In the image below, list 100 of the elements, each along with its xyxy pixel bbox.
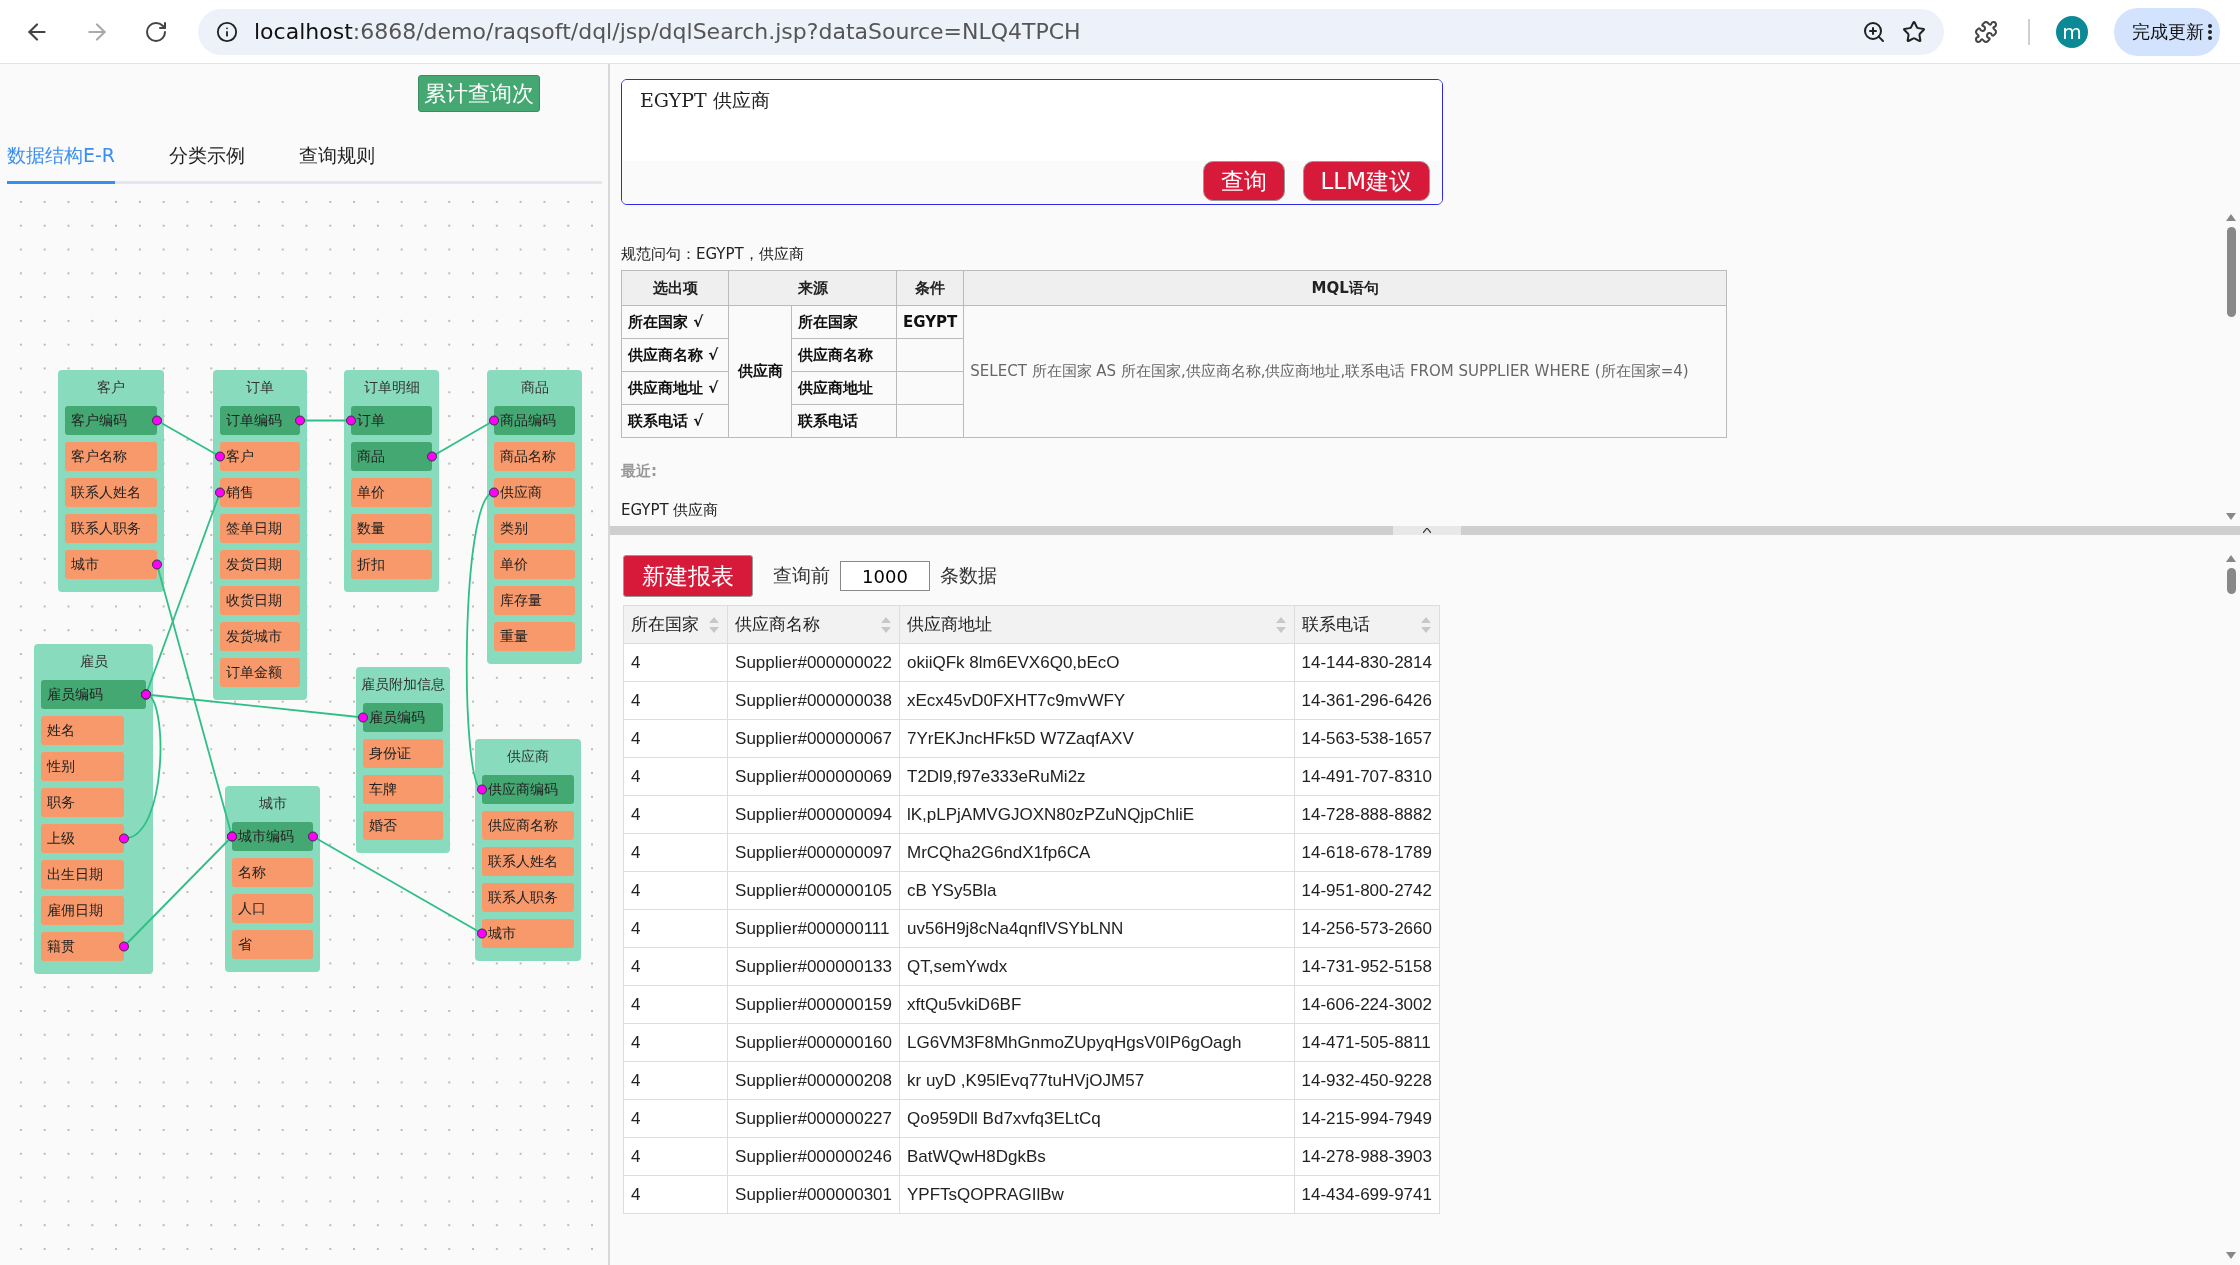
key-field[interactable]: 商品编码 <box>494 406 575 435</box>
attribute-field[interactable]: 人口 <box>232 894 313 923</box>
scrollbar-thumb[interactable] <box>2226 568 2236 594</box>
profile-avatar[interactable]: m <box>2056 15 2088 48</box>
key-field[interactable]: 客户编码 <box>65 406 157 435</box>
attribute-field[interactable]: 城市 <box>65 550 157 579</box>
attribute-field[interactable]: 折扣 <box>351 550 432 579</box>
table-cell: SELECT 所在国家 AS 所在国家,供应商名称,供应商地址,联系电话 FROM SUPPLIER WHERE (所在国家=4) <box>963 305 1727 438</box>
update-button[interactable]: 完成更新 <box>2114 7 2220 56</box>
recent-query[interactable]: EGYPT 供应商 <box>621 501 2222 520</box>
attribute-field[interactable]: 销售 <box>220 478 300 507</box>
table-header: 选出项 <box>621 270 729 306</box>
zoom-icon[interactable] <box>1862 19 1886 44</box>
table-cell: 14-361-296-6426 <box>1294 681 1440 720</box>
query-button[interactable]: 查询 <box>1202 161 1285 201</box>
address-bar[interactable]: localhost:6868/demo/raqsoft/dql/jsp/dqlSearch.jsp?dataSource=NLQ4TPCH <box>198 8 1944 55</box>
attribute-field[interactable]: 库存量 <box>494 586 575 615</box>
table-cell: Supplier#000000022 <box>727 643 900 682</box>
info-icon[interactable] <box>216 20 238 43</box>
attribute-field[interactable]: 出生日期 <box>41 860 124 889</box>
attribute-field[interactable]: 省 <box>232 930 313 959</box>
attribute-field[interactable]: 身份证 <box>363 739 443 768</box>
attribute-field[interactable]: 单价 <box>351 478 432 507</box>
entity-card[interactable]: 雇员附加信息 雇员编码 身份证 车牌 婚否 <box>356 667 450 853</box>
tab[interactable]: 分类示例 <box>169 135 246 184</box>
query-field[interactable]: EGYPT 供应商 查询 LLM建议 <box>621 79 1443 205</box>
scroll-up-arrow-icon[interactable] <box>2226 555 2236 562</box>
table-header: 条件 <box>896 270 964 306</box>
limit-field[interactable]: 1000 <box>840 561 930 591</box>
attribute-field[interactable]: 重量 <box>494 622 575 651</box>
entity-card[interactable]: 订单 订单编码 客户 销售 签单日期 发货日期 收货日期 发货城市 订单金额 <box>213 370 307 700</box>
entity-title: 雇员 <box>78 652 109 671</box>
attribute-field[interactable]: 发货城市 <box>220 622 300 651</box>
attribute-field[interactable]: 订单金额 <box>220 658 300 687</box>
new-report-button[interactable]: 新建报表 <box>623 555 753 597</box>
key-field[interactable]: 供应商编码 <box>482 775 574 804</box>
table-cell: 14-434-699-9741 <box>1294 1175 1440 1214</box>
table-cell: 供应商 <box>728 305 792 438</box>
attribute-field[interactable]: 车牌 <box>363 775 443 804</box>
key-field[interactable]: 订单编码 <box>220 406 300 435</box>
table-cell: 4 <box>623 1137 728 1176</box>
entity-card[interactable]: 订单明细 订单 商品 单价 数量 折扣 <box>344 370 439 592</box>
normalized-question: 规范问句：EGYPT，供应商 <box>621 245 805 264</box>
scroll-down-arrow-icon[interactable] <box>2226 1252 2236 1259</box>
attribute-field[interactable]: 城市 <box>482 919 574 948</box>
attribute-field[interactable]: 供应商 <box>494 478 575 507</box>
attribute-field[interactable]: 商品名称 <box>494 442 575 471</box>
attribute-field[interactable]: 数量 <box>351 514 432 543</box>
entity-title: 供应商 <box>506 747 550 766</box>
column-header[interactable]: 供应商地址 <box>907 613 992 636</box>
attribute-field[interactable]: 名称 <box>232 858 313 887</box>
entity-card[interactable]: 商品 商品编码 商品名称 供应商 类别 单价 库存量 重量 <box>487 370 582 664</box>
entity-card[interactable]: 客户 客户编码 客户名称 联系人姓名 联系人职务 城市 <box>58 370 164 592</box>
table-cell: Supplier#000000038 <box>727 681 900 720</box>
attribute-field[interactable]: 上级 <box>41 824 124 853</box>
key-field[interactable]: 商品 <box>351 442 432 471</box>
attribute-field[interactable]: 客户 <box>220 442 300 471</box>
table-cell: 14-491-707-8310 <box>1294 757 1440 796</box>
attribute-field[interactable]: 发货日期 <box>220 550 300 579</box>
splitter-handle[interactable] <box>1393 526 1461 535</box>
key-field[interactable]: 雇员编码 <box>363 703 443 732</box>
table-cell: 7YrEKJncHFk5D W7ZaqfAXV <box>899 719 1295 758</box>
table-cell: Supplier#000000133 <box>727 947 900 986</box>
attribute-field[interactable]: 性别 <box>41 752 124 781</box>
scroll-down-arrow-icon[interactable] <box>2226 513 2236 520</box>
table-cell: 4 <box>623 1099 728 1138</box>
entity-card[interactable]: 雇员 雇员编码 姓名 性别 职务 上级 出生日期 雇佣日期 籍贯 <box>34 644 153 974</box>
tab[interactable]: 查询规则 <box>299 135 376 184</box>
table-cell: Supplier#000000094 <box>727 795 900 834</box>
attribute-field[interactable]: 籍贯 <box>41 932 124 961</box>
attribute-field[interactable]: 婚否 <box>363 811 443 840</box>
entity-card[interactable]: 城市 城市编码 名称 人口 省 <box>225 786 320 972</box>
attribute-field[interactable]: 供应商名称 <box>482 811 574 840</box>
key-field[interactable]: 城市编码 <box>232 822 313 851</box>
attribute-field[interactable]: 联系人职务 <box>482 883 574 912</box>
llm-suggest-button[interactable]: LLM建议 <box>1302 161 1430 201</box>
scroll-up-arrow-icon[interactable] <box>2226 214 2236 221</box>
table-cell: 14-215-994-7949 <box>1294 1099 1440 1138</box>
table-cell: okiiQFk 8lm6EVX6Q0,bEcO <box>899 643 1295 682</box>
table-cell: kr uyD ,K95lEvq77tuHVjOJM57 <box>899 1061 1295 1100</box>
table-cell: LG6VM3F8MhGnmoZUpyqHgsV0IP6gOagh <box>899 1023 1295 1062</box>
attribute-field[interactable]: 姓名 <box>41 716 124 745</box>
table-cell: Supplier#000000301 <box>727 1175 900 1214</box>
attribute-field[interactable]: 签单日期 <box>220 514 300 543</box>
attribute-field[interactable]: 客户名称 <box>65 442 157 471</box>
attribute-field[interactable]: 联系人职务 <box>65 514 157 543</box>
attribute-field[interactable]: 联系人姓名 <box>65 478 157 507</box>
attribute-field[interactable]: 雇佣日期 <box>41 896 124 925</box>
entity-card[interactable]: 供应商 供应商编码 供应商名称 联系人姓名 联系人职务 城市 <box>475 739 581 961</box>
scrollbar-thumb[interactable] <box>2226 227 2236 317</box>
attribute-field[interactable]: 类别 <box>494 514 575 543</box>
table-cell: Supplier#000000160 <box>727 1023 900 1062</box>
table-cell: Supplier#000000246 <box>727 1137 900 1176</box>
bookmark-star-icon[interactable] <box>1902 19 1926 44</box>
attribute-field[interactable]: 联系人姓名 <box>482 847 574 876</box>
key-field[interactable]: 雇员编码 <box>41 680 146 709</box>
attribute-field[interactable]: 单价 <box>494 550 575 579</box>
attribute-field[interactable]: 职务 <box>41 788 124 817</box>
key-field[interactable]: 订单 <box>351 406 432 435</box>
attribute-field[interactable]: 收货日期 <box>220 586 300 615</box>
